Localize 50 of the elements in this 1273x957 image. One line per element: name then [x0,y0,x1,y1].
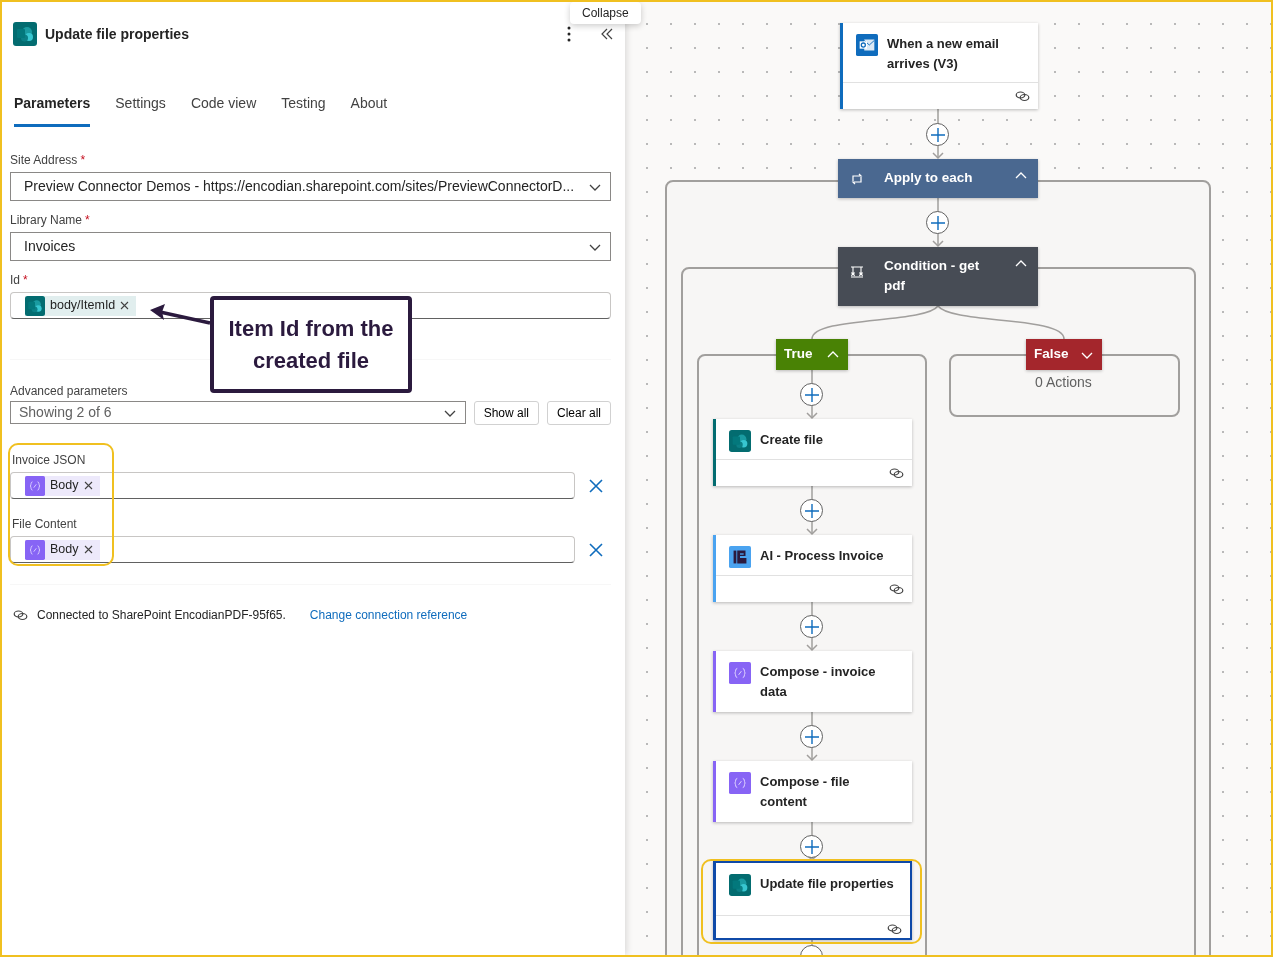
action-card[interactable]: Compose - file content [713,761,912,822]
action-title: AI - Process Invoice [760,547,885,565]
field-label: Site Address [10,153,78,167]
action-title: When a new email arrives (V3) [887,35,1000,73]
tab[interactable]: About [350,93,388,127]
tab[interactable]: Code view [190,93,257,127]
action-button[interactable]: Clear all [547,401,611,425]
step-title: Apply to each [884,169,974,187]
token-chip[interactable]: Body [25,475,100,496]
section-label: Advanced parameters [10,383,129,400]
empty-branch-text: 0 Actions [1035,373,1092,392]
dropdown[interactable]: Showing 2 of 6 [10,401,466,424]
action-card[interactable]: AI - Process Invoice [713,535,912,602]
connection-text: Connected to SharePoint EncodianPDF-95f65. [37,607,286,624]
action-title: Update file properties [760,875,895,893]
input-field[interactable]: Body [10,536,575,563]
panel-title: Update file properties [45,24,190,44]
branch-label: True [784,345,813,364]
field-label: Id [10,273,20,287]
action-card[interactable]: Create file [713,419,912,486]
action-card[interactable]: When a new email arrives (V3) [840,23,1038,109]
tab[interactable]: Parameters [14,93,91,127]
action-button[interactable]: Show all [473,401,539,425]
field-label: File Content [12,516,78,533]
token-chip[interactable]: Body [25,539,100,560]
field-label: Invoice JSON [12,452,87,469]
tab[interactable]: Testing [281,93,326,127]
condition-header[interactable]: Condition - get pdf [838,247,1038,306]
field-label: Library Name [10,213,83,227]
required-mark: * [80,153,86,167]
branch-label: False [1034,345,1069,364]
callout-text: Item Id from the created file [210,296,412,393]
input-field[interactable]: Body [10,472,575,499]
dropdown[interactable]: Preview Connector Demos - https://encodian.sharepoint.com/sites/PreviewConnectorD... [10,172,611,201]
required-mark: * [23,273,28,287]
token-chip[interactable]: body/ItemId [25,295,137,316]
action-title: Create file [760,431,824,449]
tab[interactable]: Settings [115,93,166,127]
action-title: Compose - file content [760,773,851,811]
loop-header[interactable]: Apply to each [838,159,1038,198]
tooltip: Collapse [570,2,641,24]
change-connection-link[interactable]: Change connection reference [309,606,468,624]
dropdown[interactable]: Invoices [10,232,611,261]
action-card[interactable]: Compose - invoice data [713,651,912,712]
step-title: Condition - get pdf [884,257,981,295]
action-card[interactable]: Update file properties [713,861,912,940]
required-mark: * [85,213,90,227]
false-branch-header[interactable]: False [1026,339,1102,370]
true-branch-header[interactable]: True [776,339,848,370]
action-title: Compose - invoice data [760,663,877,701]
